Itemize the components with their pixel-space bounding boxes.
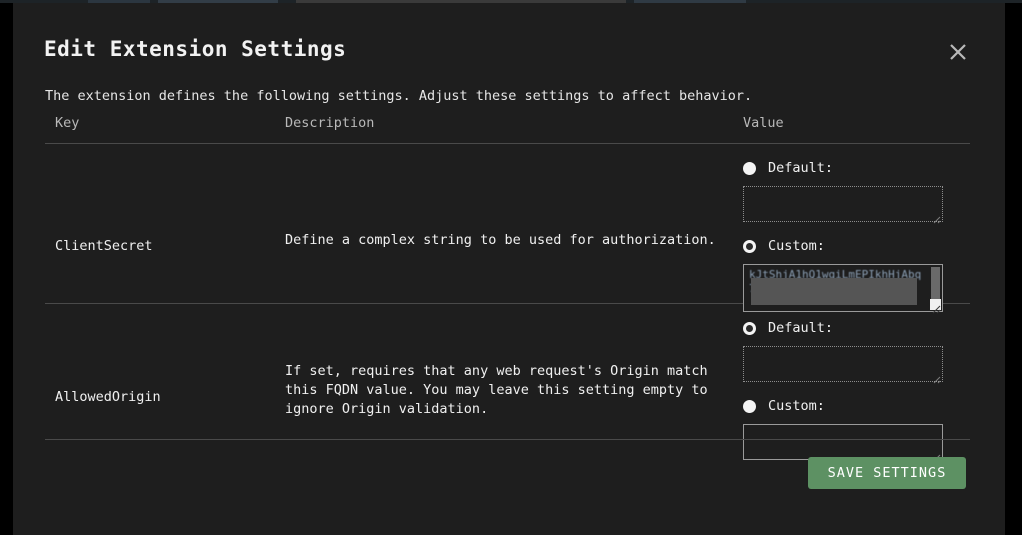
radio-default-label: Default: xyxy=(768,160,834,176)
dialog-title: Edit Extension Settings xyxy=(44,37,347,61)
radio-custom-label: Custom: xyxy=(768,398,825,414)
redaction-overlay xyxy=(751,278,917,305)
radio-custom[interactable] xyxy=(743,399,756,413)
setting-value-group: Default: Custom: kJtShjA1hQ1wqiLmEPIkhHj… xyxy=(743,144,971,314)
radio-custom-label: Custom: xyxy=(768,238,825,254)
table-row: AllowedOrigin If set, requires that any … xyxy=(45,304,970,462)
setting-value-group: Default: Custom: xyxy=(743,304,971,462)
option-default[interactable]: Default: xyxy=(743,157,971,179)
radio-default[interactable] xyxy=(743,161,756,175)
table-header-row: Key Description Value xyxy=(45,115,970,143)
radio-default-label: Default: xyxy=(768,320,834,336)
footer-divider xyxy=(45,439,970,440)
column-header-key: Key xyxy=(55,115,80,131)
option-custom[interactable]: Custom: xyxy=(743,395,971,417)
edit-extension-settings-dialog: Edit Extension Settings The extension de… xyxy=(13,3,1005,535)
table-row: ClientSecret Define a complex string to … xyxy=(45,144,970,314)
option-custom[interactable]: Custom: xyxy=(743,235,971,257)
radio-custom[interactable] xyxy=(743,239,756,253)
close-icon[interactable] xyxy=(945,39,971,65)
textarea-scrollbar[interactable] xyxy=(931,267,940,300)
column-header-description: Description xyxy=(285,115,375,131)
setting-key: AllowedOrigin xyxy=(55,389,161,405)
dialog-subtitle: The extension defines the following sett… xyxy=(45,88,753,104)
save-settings-button[interactable]: SAVE SETTINGS xyxy=(808,457,966,489)
column-header-value: Value xyxy=(743,115,784,131)
custom-value-textarea[interactable] xyxy=(743,424,943,462)
option-default[interactable]: Default: xyxy=(743,317,971,339)
radio-default[interactable] xyxy=(743,321,756,335)
setting-description: Define a complex string to be used for a… xyxy=(285,232,716,248)
settings-table: Key Description Value ClientSecret Defin… xyxy=(45,115,970,462)
setting-description: If set, requires that any web request's … xyxy=(285,363,708,417)
setting-key: ClientSecret xyxy=(55,238,153,254)
resize-grip-icon[interactable] xyxy=(930,209,941,224)
default-value-textarea[interactable] xyxy=(743,346,943,384)
resize-grip-icon[interactable] xyxy=(930,369,941,384)
default-value-textarea[interactable] xyxy=(743,186,943,224)
